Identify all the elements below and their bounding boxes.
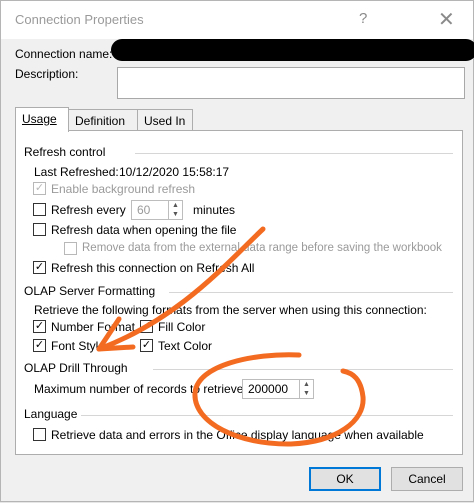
help-icon[interactable]: ? bbox=[359, 10, 367, 27]
max-records-label: Maximum number of records to retrieve: bbox=[34, 382, 247, 396]
office-language-checkbox[interactable] bbox=[33, 428, 46, 441]
refresh-minutes-value: 60 bbox=[137, 203, 151, 217]
title-bar: Connection Properties ? ✕ bbox=[1, 1, 473, 39]
cancel-button-label: Cancel bbox=[408, 472, 446, 486]
refresh-on-open-label: Refresh data when opening the file bbox=[51, 223, 237, 237]
fill-color-label: Fill Color bbox=[158, 320, 206, 334]
connection-name-label: Connection name: bbox=[15, 47, 113, 61]
spin-down-icon: ▼ bbox=[172, 211, 179, 218]
tab-usage[interactable]: Usage bbox=[15, 107, 69, 132]
max-records-value: 200000 bbox=[248, 382, 289, 396]
refresh-minutes-spinner[interactable]: 60 ▲ ▼ bbox=[131, 200, 183, 220]
enable-background-refresh-checkbox[interactable]: ✓ bbox=[33, 182, 46, 195]
redacted-connection-name bbox=[111, 39, 474, 61]
refresh-every-checkbox[interactable] bbox=[33, 203, 46, 216]
ok-button[interactable]: OK bbox=[309, 467, 381, 491]
refresh-every-label: Refresh every bbox=[51, 203, 126, 217]
tab-usage-label: Usage bbox=[22, 112, 57, 126]
tab-used-in[interactable]: Used In bbox=[137, 109, 193, 130]
refresh-divider bbox=[135, 153, 453, 154]
refresh-all-checkbox[interactable]: ✓ bbox=[33, 261, 46, 274]
max-records-spinner[interactable]: 200000 ▲ ▼ bbox=[242, 379, 314, 399]
spin-up-icon: ▲ bbox=[172, 202, 179, 209]
tab-definition-label: Definition bbox=[75, 114, 126, 128]
olap-formatting-description: Retrieve the following formats from the … bbox=[34, 303, 427, 317]
number-format-label: Number Format bbox=[51, 320, 136, 334]
ok-button-label: OK bbox=[336, 472, 354, 486]
text-color-label: Text Color bbox=[158, 339, 213, 353]
enable-background-refresh-label: Enable background refresh bbox=[51, 182, 196, 196]
close-icon[interactable]: ✕ bbox=[438, 7, 455, 32]
cancel-button[interactable]: Cancel bbox=[391, 467, 463, 491]
remove-data-label: Remove data from the external data range… bbox=[82, 242, 442, 254]
spin-up-icon: ▲ bbox=[303, 381, 310, 388]
refresh-all-label: Refresh this connection on Refresh All bbox=[51, 261, 255, 275]
spin-down-icon: ▼ bbox=[303, 390, 310, 397]
number-format-checkbox[interactable]: ✓ bbox=[33, 320, 46, 333]
olap-formatting-divider bbox=[169, 292, 453, 293]
drill-through-divider bbox=[153, 369, 453, 370]
description-label: Description: bbox=[15, 67, 79, 81]
tab-used-in-label: Used In bbox=[144, 114, 186, 128]
connection-properties-dialog: Connection Properties ? ✕ Connection nam… bbox=[0, 0, 474, 502]
remove-data-checkbox[interactable] bbox=[64, 242, 77, 255]
spin-arrows-icon[interactable]: ▲ ▼ bbox=[168, 201, 182, 219]
language-divider bbox=[81, 415, 453, 416]
office-language-label: Retrieve data and errors in the Office d… bbox=[51, 428, 424, 442]
olap-formatting-heading: OLAP Server Formatting bbox=[24, 284, 156, 298]
spin-arrows-icon[interactable]: ▲ ▼ bbox=[299, 380, 313, 398]
font-style-label: Font Style bbox=[51, 339, 106, 353]
window-title: Connection Properties bbox=[15, 12, 144, 27]
fill-color-checkbox[interactable]: ✓ bbox=[140, 320, 153, 333]
tab-definition[interactable]: Definition bbox=[68, 109, 138, 130]
text-color-checkbox[interactable]: ✓ bbox=[140, 339, 153, 352]
last-refreshed-value: 10/12/2020 15:58:17 bbox=[119, 165, 230, 179]
language-heading: Language bbox=[24, 407, 78, 421]
description-field[interactable] bbox=[117, 67, 465, 99]
refresh-on-open-checkbox[interactable] bbox=[33, 223, 46, 236]
minutes-label: minutes bbox=[193, 203, 236, 217]
refresh-control-heading: Refresh control bbox=[24, 145, 106, 159]
last-refreshed-label: Last Refreshed: bbox=[34, 165, 119, 179]
font-style-checkbox[interactable]: ✓ bbox=[33, 339, 46, 352]
drill-through-heading: OLAP Drill Through bbox=[24, 361, 128, 375]
